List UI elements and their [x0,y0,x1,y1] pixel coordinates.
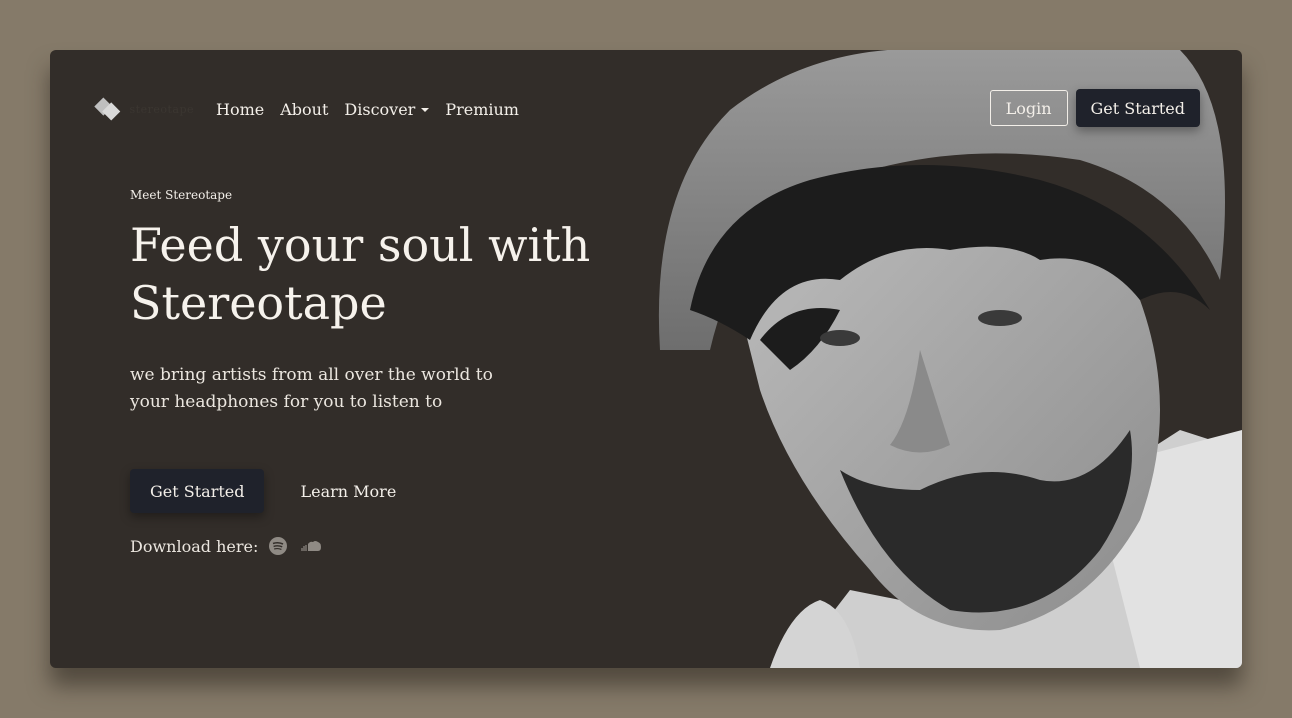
learn-more-link[interactable]: Learn More [300,482,396,501]
login-button[interactable]: Login [989,90,1068,126]
nav-dropdown-discover[interactable]: Discover [344,99,430,119]
top-nav: stereotape Home About Discover Premium [94,94,535,124]
nav-link-about[interactable]: About [280,100,328,119]
caret-down-icon [421,108,430,112]
download-label: Download here: [130,536,259,556]
hero-card: stereotape Home About Discover Premium L… [50,50,1242,668]
download-row: Download here: [130,536,322,556]
spotify-icon[interactable] [268,536,288,556]
nav-links: Home About Discover Premium [216,100,535,119]
hero-headline-line2: Stereotape [130,276,387,330]
nav-actions: Login Get Started [989,89,1200,127]
diamond-logo-icon [94,97,121,121]
soundcloud-icon[interactable] [300,539,322,553]
hero-get-started-button[interactable]: Get Started [130,469,265,513]
nav-link-discover-label: Discover [344,99,416,119]
nav-link-premium[interactable]: Premium [445,100,519,119]
nav-get-started-button[interactable]: Get Started [1075,89,1200,127]
hero-headline-line1: Feed your soul with [130,218,591,272]
brand-logo[interactable]: stereotape [94,94,194,124]
hero-headline: Feed your soul with Stereotape [130,216,610,332]
hero-eyebrow: Meet Stereotape [130,188,233,202]
hero-portrait-image [620,50,1242,668]
hero-subtitle: we bring artists from all over the world… [130,365,493,412]
brand-logo-text: stereotape [129,102,194,116]
hero-content: Meet Stereotape Feed your soul with Ster… [130,188,610,416]
hero-cta-row: Get Started Learn More [130,469,396,513]
nav-link-home[interactable]: Home [216,100,264,119]
